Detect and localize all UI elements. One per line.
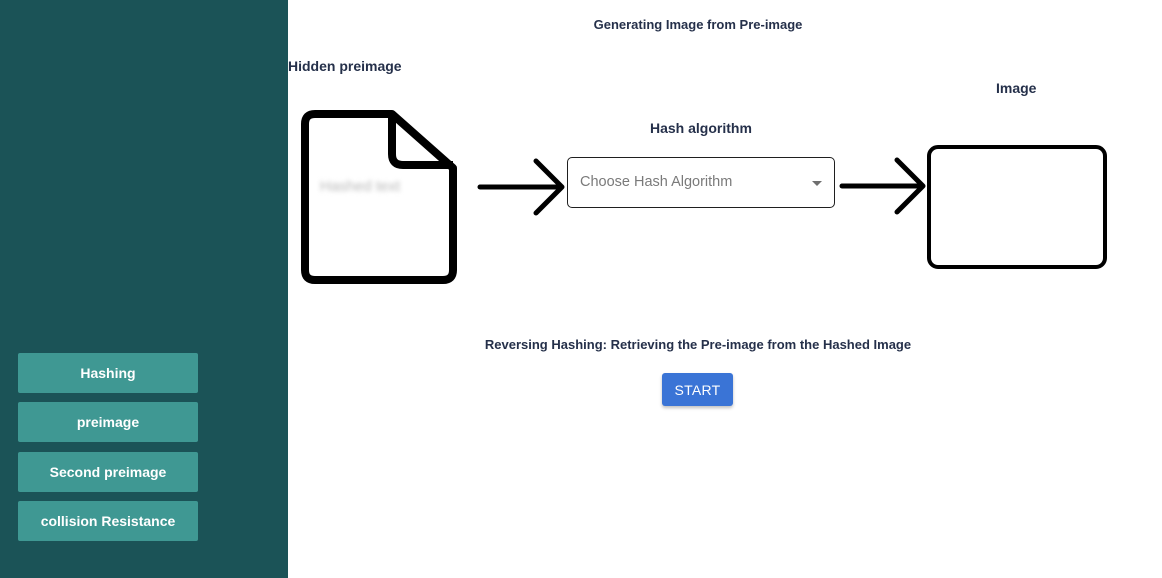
- reverse-hashing-text: Reversing Hashing: Retrieving the Pre-im…: [484, 337, 912, 352]
- hash-algorithm-label: Hash algorithm: [650, 120, 752, 136]
- chevron-down-icon: [812, 181, 822, 186]
- image-label: Image: [996, 80, 1037, 96]
- hashed-text: Hashed text: [320, 178, 401, 195]
- arrow-right-icon: [477, 158, 565, 216]
- select-placeholder: Choose Hash Algorithm: [580, 174, 733, 190]
- file-icon: [301, 110, 457, 284]
- page-title: Generating Image from Pre-image: [593, 17, 803, 32]
- hash-algorithm-select[interactable]: Choose Hash Algorithm: [567, 157, 835, 208]
- image-placeholder: [927, 145, 1107, 269]
- main-content: Generating Image from Pre-image Hidden p…: [288, 0, 1162, 578]
- start-button[interactable]: START: [662, 373, 733, 406]
- sidebar: Hashing preimage Second preimage collisi…: [0, 0, 288, 578]
- nav-button-second-preimage[interactable]: Second preimage: [18, 452, 198, 492]
- nav-button-preimage[interactable]: preimage: [18, 402, 198, 442]
- arrow-right-icon: [839, 157, 926, 215]
- nav-button-hashing[interactable]: Hashing: [18, 353, 198, 393]
- nav-button-collision-resistance[interactable]: collision Resistance: [18, 501, 198, 541]
- hidden-preimage-label: Hidden preimage: [288, 58, 402, 74]
